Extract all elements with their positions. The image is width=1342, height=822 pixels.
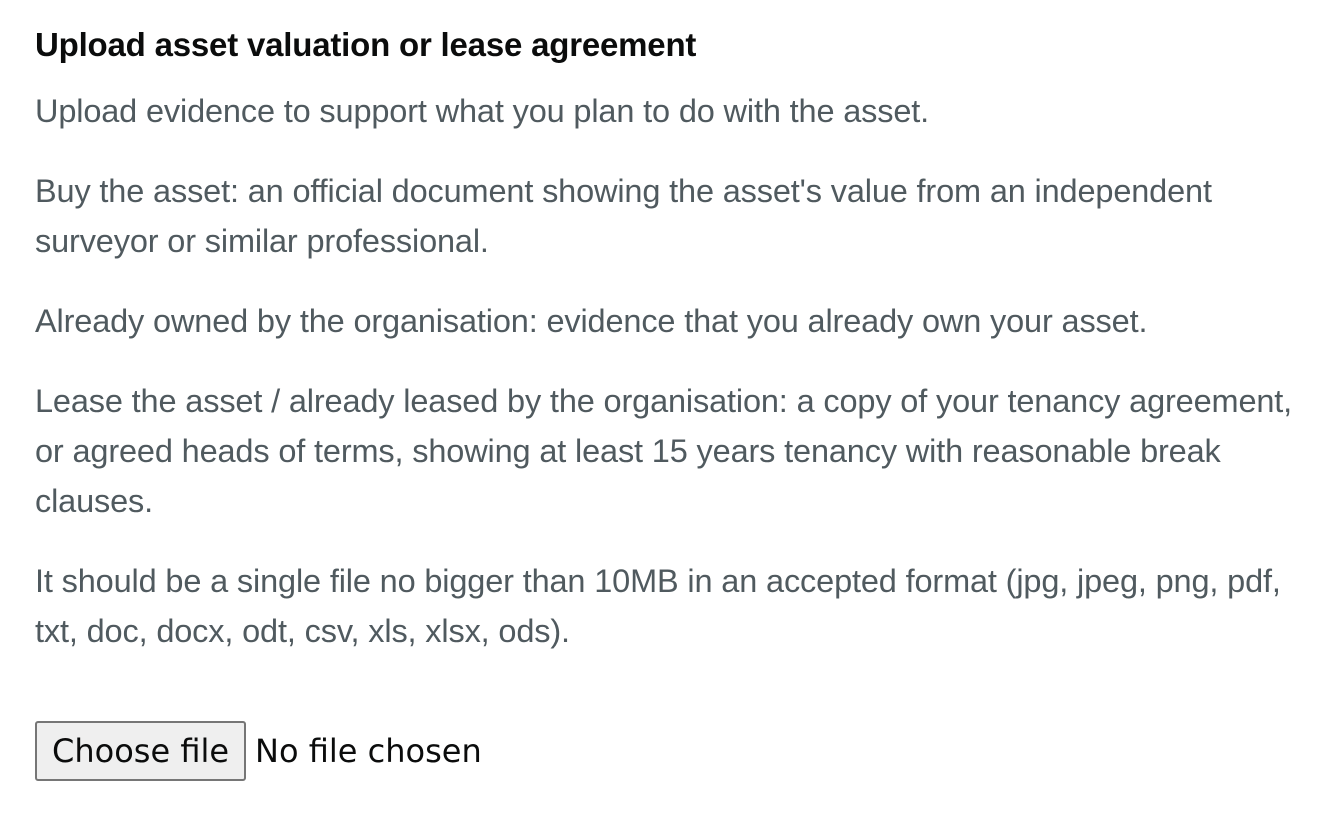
hint-file-requirements: It should be a single file no bigger tha… xyxy=(35,563,1281,649)
hint-lease-asset: Lease the asset / already leased by the … xyxy=(35,383,1293,519)
upload-form-group: Upload asset valuation or lease agreemen… xyxy=(35,18,1315,686)
upload-label: Upload asset valuation or lease agreemen… xyxy=(35,26,697,63)
file-upload-input[interactable]: Choose file No file chosen xyxy=(35,721,482,781)
file-status-text: No file chosen xyxy=(255,732,482,770)
hint-purpose: Upload evidence to support what you plan… xyxy=(35,93,930,129)
hint-buy-asset: Buy the asset: an official document show… xyxy=(35,173,1212,259)
choose-file-button[interactable]: Choose file xyxy=(35,721,247,781)
hint-already-owned: Already owned by the organisation: evide… xyxy=(35,303,1148,339)
